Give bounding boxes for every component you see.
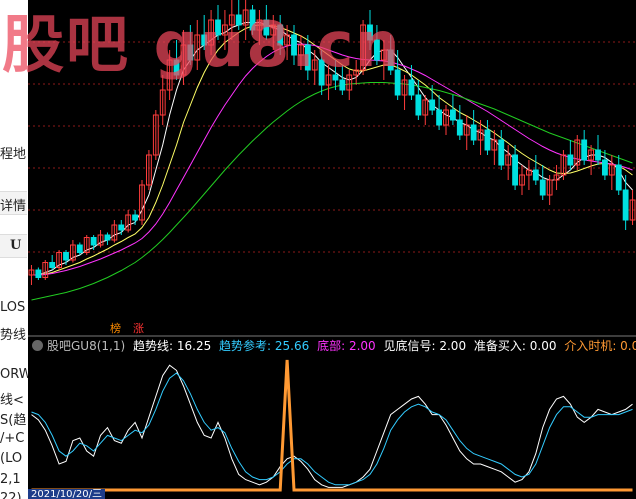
candle-body [532,169,539,181]
date-cursor-label: 2021/10/20/三 [28,489,106,499]
candle-body [429,99,436,111]
candle-body [90,237,97,246]
field-entry-timing: 介入时机: 0.00 [564,339,636,353]
kline-chart[interactable] [28,0,636,499]
candle-body [615,164,622,191]
candle-body [76,244,83,253]
candle-body [263,19,270,36]
ma-line [31,43,633,276]
formula-text: LOS [0,300,26,315]
formula-text: S(趋 [0,413,27,428]
rank-badge: 榜 [110,322,121,335]
strip-item: 程地 [0,147,27,162]
formula-text: ORW [0,367,28,382]
candle-body [35,269,42,278]
underline-icon: U [10,238,22,253]
indicator-name[interactable]: 股吧GU8(1,1) [47,339,125,353]
indicator-lines [31,359,633,492]
candle-body [332,74,339,81]
candle-body [601,159,608,176]
candle-body [498,139,505,166]
candle-body [132,214,139,221]
candle-body [387,49,394,71]
detail-button[interactable]: 详情 [0,191,27,215]
candle-body [456,119,463,136]
candle-body [373,39,380,61]
candle-body [581,139,588,161]
ma-line [31,24,633,276]
candle-body [484,129,491,151]
candle-body [339,79,346,91]
field-trend-line: 趋势线: 16.25 [133,339,212,353]
candle-body [201,34,208,46]
left-side-panel: 程地 详情 U LOS 势线 ORW 线< S(趋 /+C (LO 2,1 22… [0,0,28,499]
rise-badge: 涨 [133,322,144,335]
candle-body [63,252,69,261]
formula-text: 线< [0,393,24,408]
candle-body [595,149,601,161]
detail-button-label: 详情 [0,199,27,214]
candle-body [249,9,256,31]
underline-button[interactable]: U [0,234,27,258]
candle-body [415,94,422,116]
candle-body [622,189,629,221]
candle-body [173,59,180,76]
formula-text: 22) [0,491,22,499]
formula-text: 2,1 [0,472,21,487]
candle-body [318,59,325,86]
candle-body [394,69,401,96]
price-grid [28,41,636,253]
indicator-line [31,364,633,488]
candle-body [567,154,574,166]
candle-body [118,224,125,231]
field-ready-buy: 准备买入: 0.00 [473,339,557,353]
candle-body [512,154,519,186]
moving-averages [31,22,633,301]
field-trend-ref: 趋势参考: 25.66 [219,339,310,353]
candle-body [215,19,221,36]
ma-line [31,22,633,276]
collapse-icon[interactable] [32,340,43,351]
candle-body [235,14,242,26]
candle-body [277,24,284,46]
field-bottom: 底部: 2.00 [317,339,376,353]
formula-text: /+C [0,431,25,446]
formula-text: 势线 [0,328,27,343]
indicator-line [31,359,633,492]
candle-body [539,179,546,196]
field-bottom-signal: 见底信号: 2.00 [383,339,467,353]
candle-body [291,34,297,56]
candle-body [408,79,415,96]
candle-body [49,262,56,268]
candle-body [187,44,194,61]
candle-body [104,234,111,241]
indicator-header: 股吧GU8(1,1) 趋势线: 16.25 趋势参考: 25.66 底部: 2.… [28,338,636,355]
candle-body [367,24,373,41]
candle-body [470,124,477,141]
formula-text: (LO [0,451,23,466]
candle-body [436,109,443,126]
candle-body [304,44,311,71]
candle-body [449,109,456,121]
